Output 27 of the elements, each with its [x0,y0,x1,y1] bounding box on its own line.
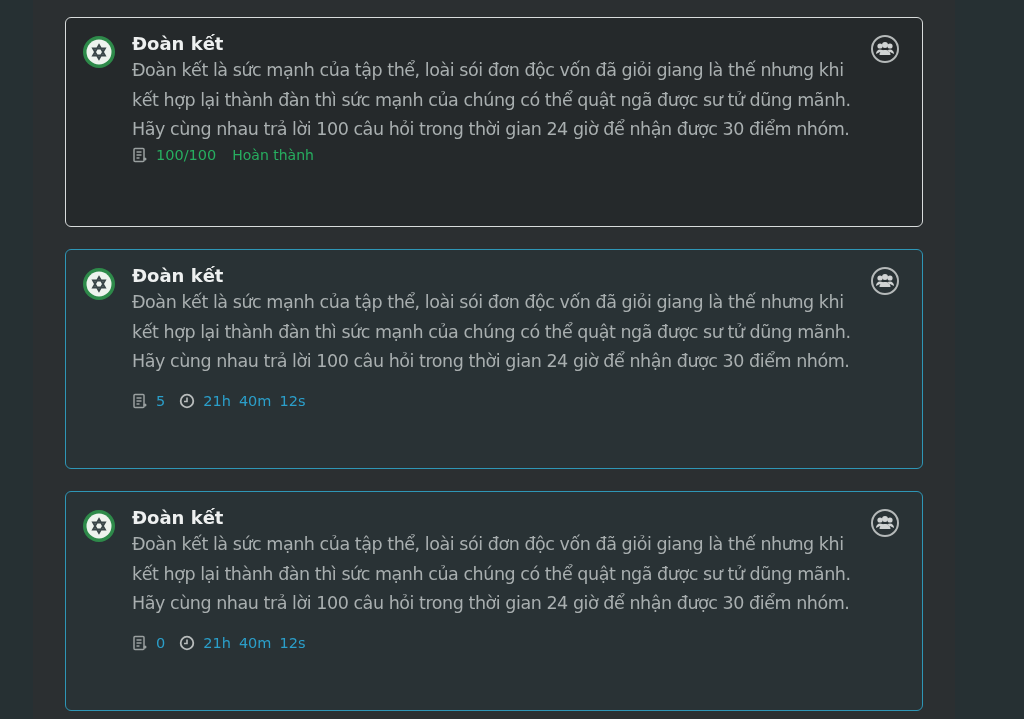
timer-value: 12s [279,392,306,409]
challenge-title: Đoàn kết [132,32,225,56]
timer-value: 12s [279,634,306,651]
note-icon [132,392,148,409]
group-icon[interactable] [870,266,900,296]
challenge-description: Đoàn kết là sức mạnh của tập thể, loài sói đơn độc vốn đã giỏi giang là thế nhưng khi kết hợp lại thành đàn thì sức mạnh của chúng có thể quật ngã được sư tử dũng mãnh. Hãy cùng nhau trả lời 100 câu hỏi trong thời gian 24 giờ để nhận được 30 điểm nhóm. [132,291,852,373]
challenge-title: Đoàn kết [132,506,225,530]
answer-count: 5 [156,392,166,409]
status-label: Hoàn thành [232,146,314,163]
challenge-title: Đoàn kết [132,264,225,288]
answer-count: 0 [156,634,166,651]
group-icon[interactable] [870,508,900,538]
timer-value: 21h [203,634,231,651]
challenge-description: Đoàn kết là sức mạnh của tập thể, loài sói đơn độc vốn đã giỏi giang là thế nhưng khi kết hợp lại thành đàn thì sức mạnh của chúng có thể quật ngã được sư tử dũng mãnh. Hãy cùng nhau trả lời 100 câu hỏi trong thời gian 24 giờ để nhận được 30 điểm nhóm. [132,533,852,615]
note-icon [132,146,148,163]
star-badge-icon [82,509,116,543]
group-icon[interactable] [870,34,900,64]
star-badge-icon [82,267,116,301]
timer-value: 40m [238,392,272,409]
timer-value: 21h [203,392,231,409]
timer-value: 40m [238,634,272,651]
clock-icon [179,392,196,409]
challenge-description: Đoàn kết là sức mạnh của tập thể, loài sói đơn độc vốn đã giỏi giang là thế nhưng khi kết hợp lại thành đàn thì sức mạnh của chúng có thể quật ngã được sư tử dũng mãnh. Hãy cùng nhau trả lời 100 câu hỏi trong thời gian 24 giờ để nhận được 30 điểm nhóm. [132,59,852,141]
note-icon [132,634,148,651]
star-badge-icon [82,35,116,69]
answer-count: 100/100 [156,146,217,163]
clock-icon [179,634,196,651]
